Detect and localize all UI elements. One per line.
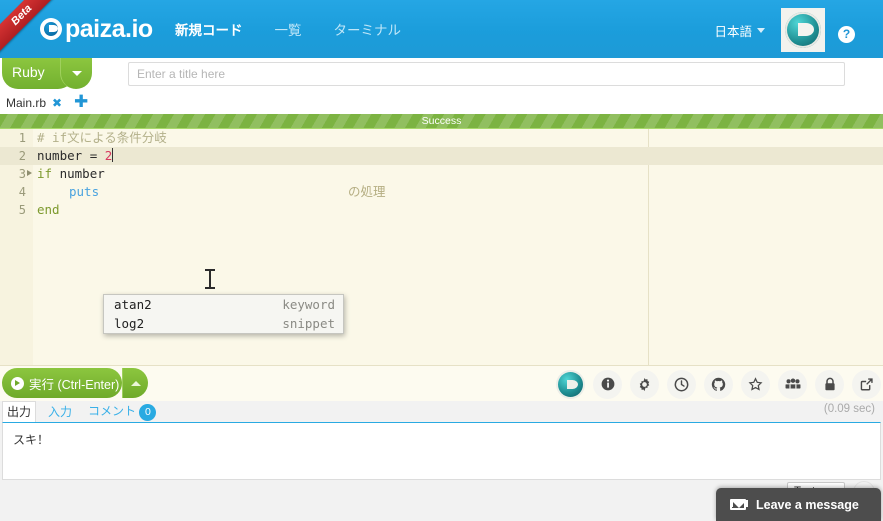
paiza-mini-mark [558,371,583,397]
code-number: 2 [104,148,113,163]
code-line-3: 3 if number [0,165,883,183]
tab-input[interactable]: 入力 [44,402,76,422]
autocomplete-item-type: snippet [282,316,335,331]
line-number: 3 [18,167,26,181]
help-icon[interactable]: ? [838,26,855,43]
autocomplete-item[interactable]: log2 snippet [104,314,343,333]
file-tab-label: Main.rb [6,95,47,110]
chevron-down-icon [757,28,765,33]
avatar [785,12,821,48]
autocomplete-item-type: keyword [282,297,335,312]
github-icon[interactable] [704,369,733,399]
share-icon[interactable] [852,369,881,399]
code-function: puts [69,184,100,199]
close-icon[interactable]: ✖ [52,96,62,110]
code-keyword: if [37,166,53,181]
autocomplete-item-label: atan2 [114,297,152,312]
leave-a-message-widget[interactable]: Leave a message [716,488,881,521]
line-number: 1 [18,131,26,145]
code-editor[interactable]: 1 # if文による条件分岐 2 number = 2 3 if number … [0,129,883,365]
status-banner: Success [0,114,883,129]
nav-item-new-code[interactable]: 新規コード [175,19,243,39]
lock-icon[interactable] [815,369,844,399]
code-var: number [59,166,105,181]
language-selector-label: 日本語 [714,25,752,39]
code-var: number [37,148,83,163]
tab-comment-label: コメント [88,403,137,418]
language-dropdown-arrow[interactable] [60,58,92,89]
line-number: 4 [18,185,26,199]
run-toolbar: 実行 (Ctrl-Enter) [0,365,883,401]
nav-item-list[interactable]: 一覧 [275,19,302,39]
file-tab-main-rb[interactable]: Main.rb ✖ [0,91,69,114]
code-content: if number [37,165,105,183]
code-line-2: 2 number = 2 [0,147,883,165]
language-selector[interactable]: 日本語 [714,21,765,40]
paiza-logo[interactable]: paiza.io [40,15,153,43]
tab-comment[interactable]: コメント 0 [84,401,160,423]
output-content: スキ！ [2,422,881,480]
code-line-1: 1 # if文による条件分岐 [0,129,883,147]
code-operator: = [89,148,98,163]
main-navigation: 新規コード 一覧 ターミナル [175,0,401,58]
code-line-5: 5 end [0,201,883,219]
output-tab-strip: 出力 入力 コメント 0 [0,401,160,422]
editor-toolbar: Ruby Main.rb ✖ ✚ [0,58,883,114]
play-icon [11,376,24,390]
text-cursor-pointer [205,269,215,289]
code-string-tail: の処理 [348,184,386,199]
user-avatar-button[interactable] [781,8,825,52]
envelope-icon [730,499,746,510]
top-header-bar: Beta paiza.io 新規コード 一覧 ターミナル 日本語 ? [0,0,883,58]
line-number: 5 [18,203,26,217]
code-content: number = 2 [37,147,114,165]
code-line-4: 4 puts の処理 [0,183,883,201]
add-file-icon[interactable]: ✚ [74,92,88,112]
file-tab-strip: Main.rb ✖ ✚ [0,91,883,114]
execution-time: (0.09 sec) [823,403,875,415]
run-button[interactable]: 実行 (Ctrl-Enter) [2,368,122,398]
tab-output[interactable]: 出力 [2,401,37,422]
autocomplete-item-label: log2 [114,316,145,331]
action-icon-bar [556,366,881,402]
group-icon[interactable] [778,369,807,399]
fold-arrow-icon[interactable] [27,170,32,176]
info-icon[interactable] [593,369,622,399]
nav-item-terminal[interactable]: ターミナル [334,19,402,39]
paiza-logo-text: paiza.io [65,15,153,43]
leave-a-message-label: Leave a message [756,497,859,512]
comment-count-badge: 0 [139,403,157,421]
autocomplete-popup[interactable]: atan2 keyword log2 snippet [103,294,344,334]
code-keyword: end [37,202,60,217]
paiza-io-app: Beta paiza.io 新規コード 一覧 ターミナル 日本語 ? Ruby … [0,0,883,521]
paiza-logo-icon [40,18,62,40]
autocomplete-item[interactable]: atan2 keyword [104,295,343,314]
code-content: # if文による条件分岐 [37,130,167,145]
title-input[interactable] [128,62,845,86]
line-number: 2 [18,149,26,163]
paiza-logo-icon[interactable] [556,369,585,399]
run-options-arrow[interactable] [122,368,148,398]
text-caret [112,148,114,162]
gear-icon[interactable] [630,369,659,399]
clock-icon[interactable] [667,369,696,399]
star-icon[interactable] [741,369,770,399]
run-button-label: 実行 (Ctrl-Enter) [29,377,120,392]
